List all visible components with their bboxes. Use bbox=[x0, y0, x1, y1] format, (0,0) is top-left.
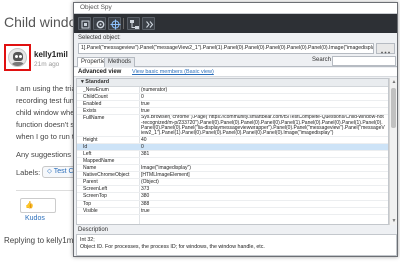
collapse-icon[interactable]: ▾ bbox=[81, 79, 84, 85]
property-name: Visible bbox=[83, 207, 98, 214]
description-title: Int 32; bbox=[80, 237, 95, 243]
selected-object-field[interactable]: 1].Panel("messageview").Panel("messageVi… bbox=[78, 43, 374, 54]
description-box: Int 32; Object ID. For processes, the pr… bbox=[76, 234, 397, 256]
property-name: Exists bbox=[83, 108, 97, 115]
property-name: Enabled bbox=[83, 101, 102, 108]
post-body-line: child window where bbox=[16, 108, 82, 117]
property-value: 0 bbox=[141, 94, 144, 101]
kudos-label: Kudos bbox=[25, 215, 45, 222]
pin-icon[interactable] bbox=[78, 17, 91, 30]
property-value: true bbox=[141, 108, 150, 115]
property-value: Image("imagedisplay") bbox=[141, 165, 191, 172]
property-row[interactable]: _NewEnum (numerator) bbox=[77, 87, 388, 95]
section-label: Standard bbox=[85, 79, 110, 85]
avatar-highlight[interactable] bbox=[4, 44, 31, 71]
property-value: 381 bbox=[141, 150, 150, 157]
property-row[interactable]: Top 388 bbox=[77, 201, 388, 208]
object-spy-window[interactable]: Object Spy Selected object: 1].Panel("me… bbox=[73, 2, 398, 257]
property-value: 373 bbox=[141, 186, 150, 193]
post-time: 21m ago bbox=[34, 61, 60, 68]
hierarchy-icon[interactable] bbox=[127, 17, 140, 30]
labels-label: Labels: bbox=[16, 168, 41, 177]
property-row[interactable]: Exists true bbox=[77, 108, 388, 116]
property-name: ChildCount bbox=[83, 94, 108, 101]
property-name: FullName bbox=[83, 115, 105, 122]
expand-icon[interactable] bbox=[142, 17, 155, 30]
divider bbox=[16, 190, 74, 191]
property-name: Id bbox=[83, 143, 88, 150]
property-value: true bbox=[141, 101, 150, 108]
property-value: Sys.Browser("chrome").Page("https://comm… bbox=[141, 115, 385, 137]
section-standard[interactable]: ▾ Standard bbox=[77, 79, 388, 87]
property-name: Left bbox=[83, 150, 92, 157]
advanced-view-label: Advanced view bbox=[78, 69, 122, 75]
window-title: Object Spy bbox=[80, 4, 112, 11]
description-text: Object ID. For processes, the process ID… bbox=[80, 244, 265, 250]
property-row[interactable]: Visible true bbox=[77, 208, 388, 215]
property-value: (Object) bbox=[141, 179, 159, 186]
property-name: _NewEnum bbox=[83, 87, 109, 93]
crosshair-icon[interactable] bbox=[108, 17, 121, 30]
property-value: true bbox=[141, 207, 150, 214]
post-body-line: Any suggestions or bbox=[16, 150, 80, 159]
property-row[interactable]: ScreenTop 380 bbox=[77, 193, 388, 201]
scroll-up-icon[interactable]: ▲ bbox=[391, 79, 397, 85]
kudos-button[interactable]: 👍 Kudos bbox=[20, 198, 56, 222]
property-row[interactable]: Id 0 bbox=[77, 143, 388, 151]
settings-icon[interactable] bbox=[93, 17, 106, 30]
replying-to-text: Replying to kelly1mil bbox=[4, 236, 77, 245]
property-row[interactable]: Height 40 bbox=[77, 137, 388, 144]
property-name: Top bbox=[83, 200, 92, 207]
property-name: ScreenLeft bbox=[83, 186, 108, 193]
property-name: Height bbox=[83, 136, 98, 143]
grid-scrollbar[interactable]: ▲ ▼ bbox=[389, 78, 397, 225]
property-value: 380 bbox=[141, 193, 150, 200]
property-value: 388 bbox=[141, 200, 150, 207]
property-row[interactable]: Name Image("imagedisplay") bbox=[77, 165, 388, 173]
property-value: 0 bbox=[141, 143, 144, 150]
property-value: 40 bbox=[141, 136, 147, 143]
property-row[interactable]: FullName Sys.Browser("chrome").Page("http… bbox=[77, 115, 388, 137]
toolbar-separator bbox=[123, 18, 124, 29]
property-name: MappedName bbox=[83, 157, 115, 164]
title-bar[interactable]: Object Spy bbox=[74, 3, 397, 14]
avatar bbox=[8, 48, 27, 67]
scroll-thumb[interactable] bbox=[391, 88, 396, 128]
property-row[interactable]: ChildCount 0 bbox=[77, 94, 388, 102]
search-input[interactable] bbox=[332, 56, 396, 66]
properties-grid[interactable]: ▾ Standard _NewEnum (numerator) ChildCount… bbox=[76, 78, 389, 225]
property-name: Name bbox=[83, 165, 97, 172]
advanced-view-row bbox=[74, 68, 397, 77]
spy-toolbar bbox=[74, 14, 397, 33]
post-body-line: recording test functi bbox=[16, 96, 82, 105]
property-row[interactable]: Parent (Object) bbox=[77, 179, 388, 187]
property-row[interactable]: Enabled true bbox=[77, 101, 388, 109]
selected-object-label: Selected object: bbox=[78, 35, 121, 41]
basic-view-link[interactable]: View basic members (Basic view) bbox=[132, 69, 214, 75]
property-name: NativeChromeObject bbox=[83, 172, 130, 179]
search-label: Search bbox=[312, 57, 332, 63]
property-rows: _NewEnum (numerator) ChildCount 0 Enabled tru… bbox=[77, 87, 388, 215]
property-row[interactable]: NativeChromeObject [HTMLImageElement] bbox=[77, 172, 388, 180]
scroll-down-icon[interactable]: ▼ bbox=[391, 218, 397, 224]
tab-methods[interactable]: Methods bbox=[104, 57, 136, 67]
selected-object-button[interactable] bbox=[376, 43, 395, 54]
property-value: [HTMLImageElement] bbox=[141, 172, 190, 179]
description-label: Description bbox=[78, 227, 109, 233]
property-name: Parent bbox=[83, 179, 98, 186]
property-row[interactable]: ScreenLeft 373 bbox=[77, 186, 388, 194]
author-name[interactable]: kelly1mil bbox=[34, 50, 68, 59]
property-name: ScreenTop bbox=[83, 193, 107, 200]
thumbs-up-icon: 👍 bbox=[25, 202, 34, 209]
property-value: (numerator) bbox=[141, 87, 168, 93]
property-row[interactable]: MappedName bbox=[77, 157, 388, 166]
property-row[interactable]: Left 381 bbox=[77, 151, 388, 158]
tag-icon: ⬦ bbox=[47, 168, 52, 175]
